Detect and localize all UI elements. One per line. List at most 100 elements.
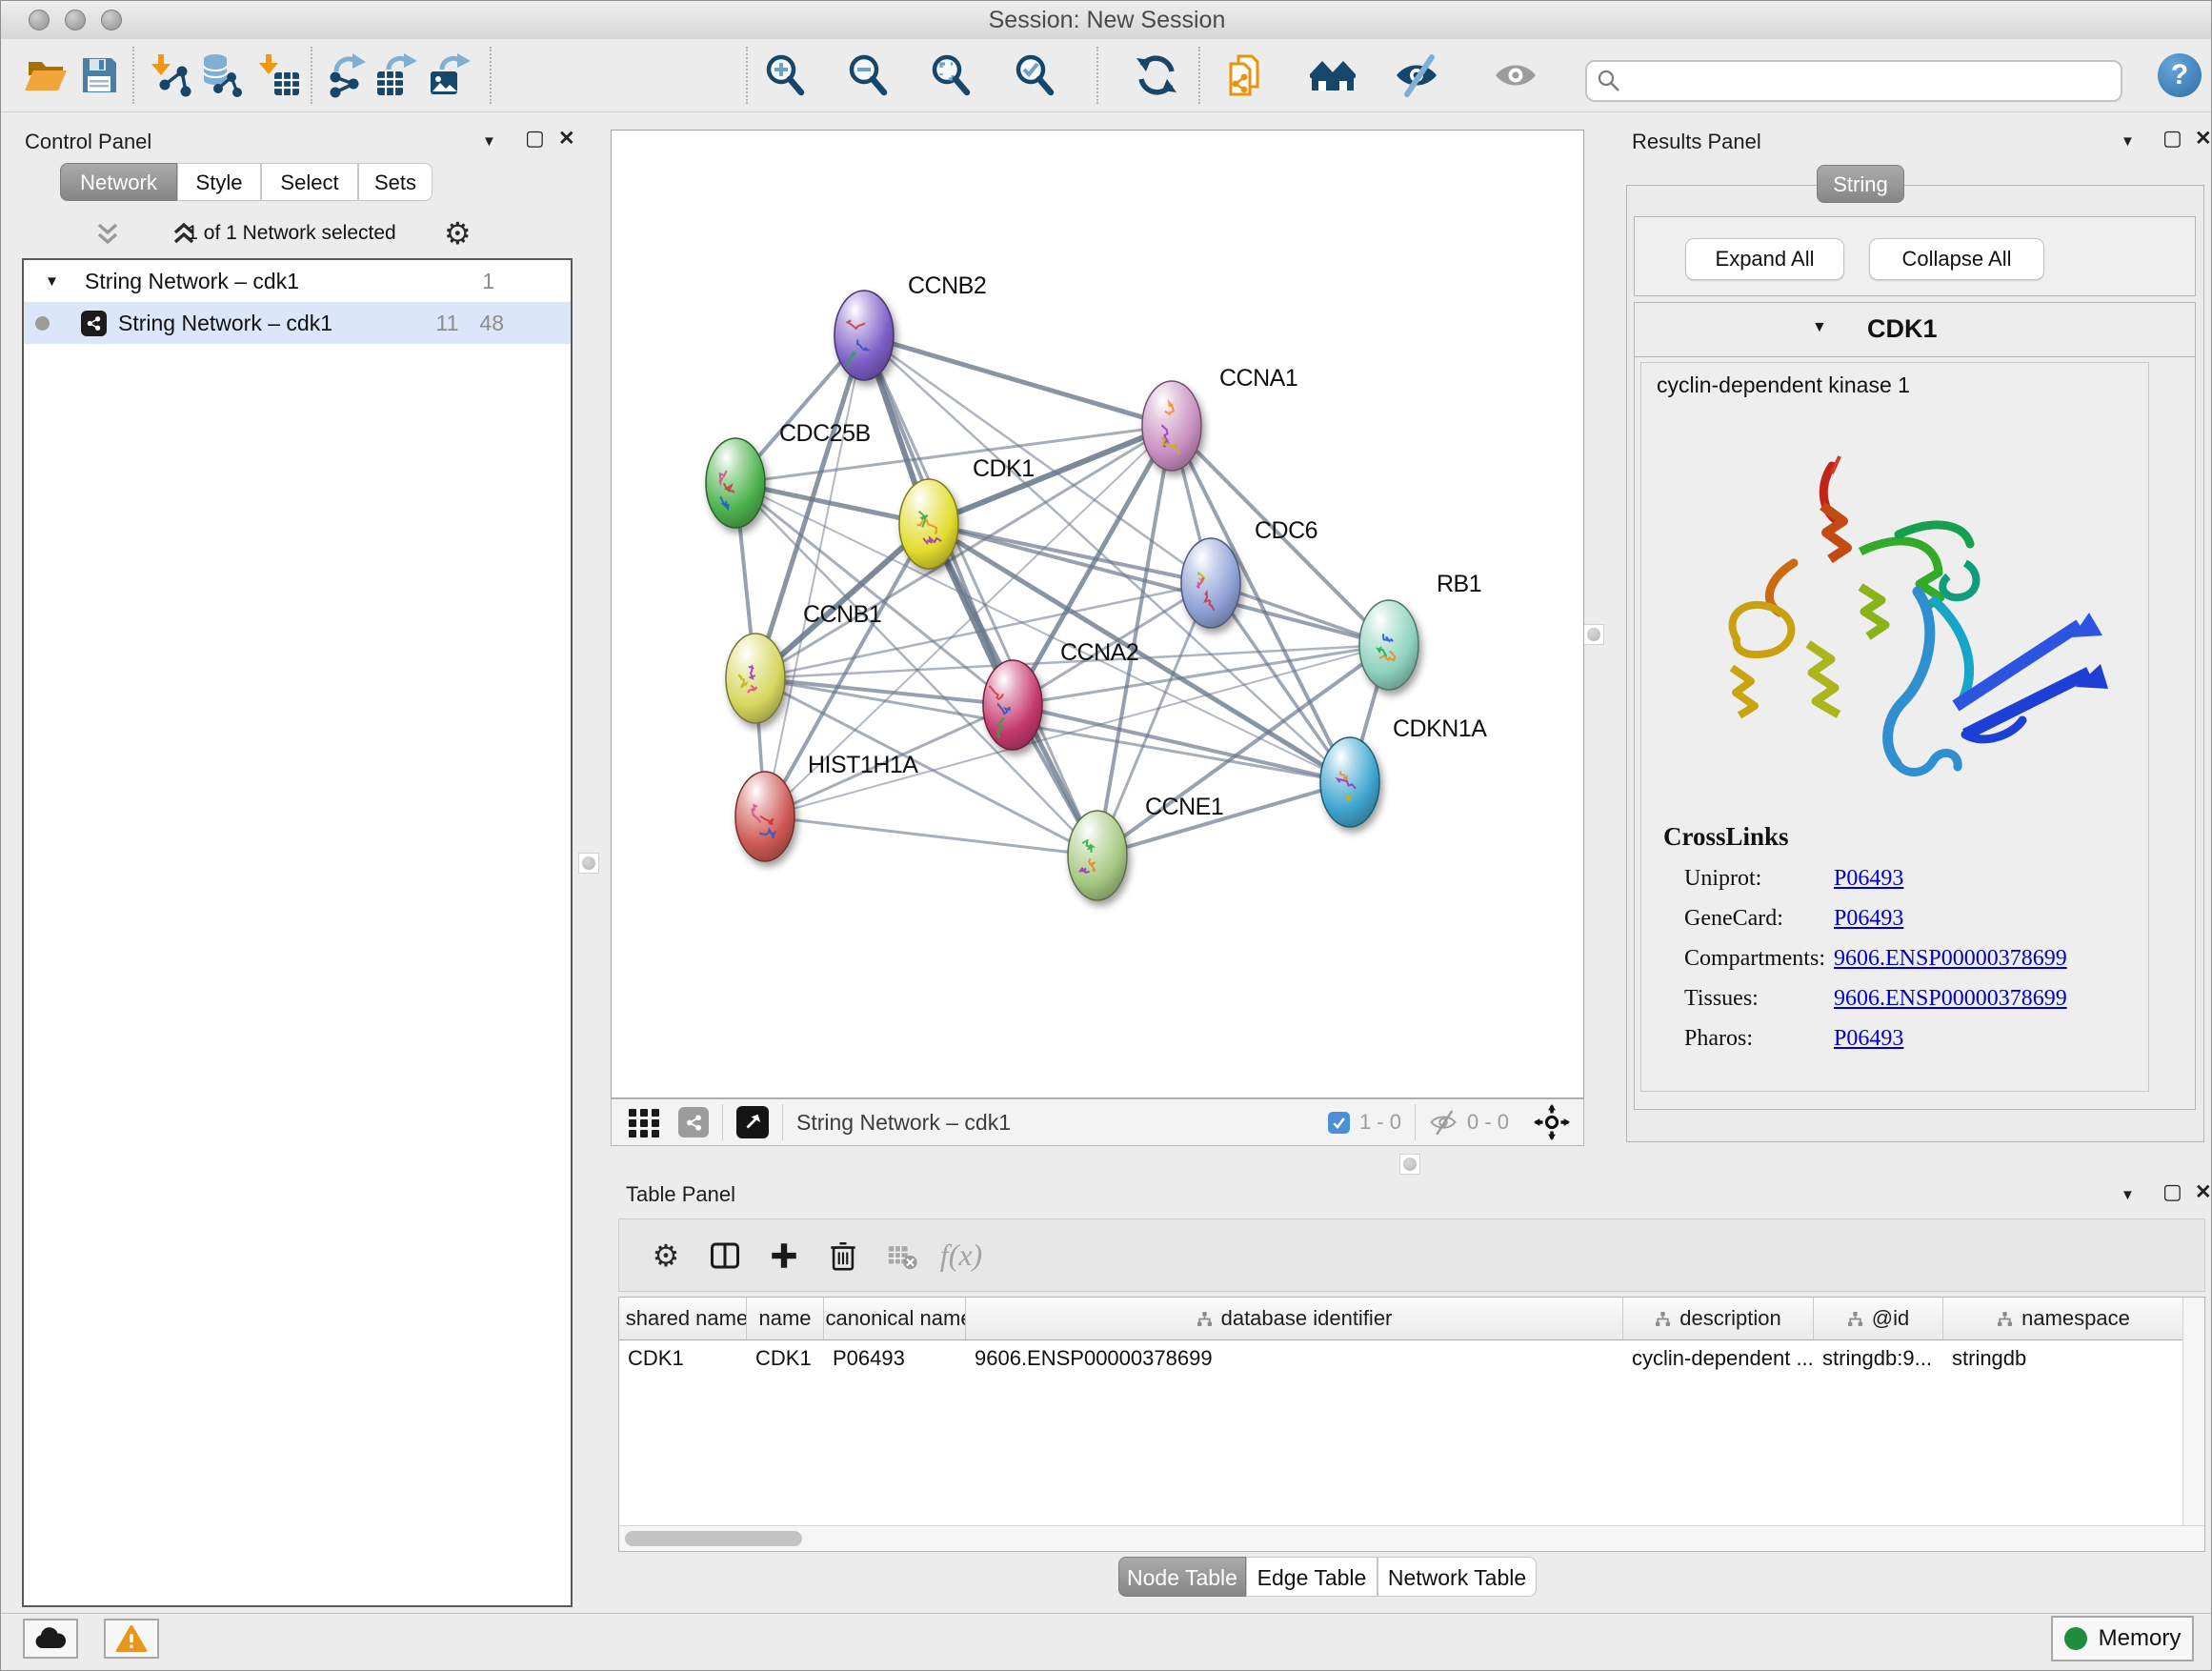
- function-builder-icon[interactable]: f(x): [932, 1229, 991, 1282]
- control-panel-collapse-icon[interactable]: ▼: [482, 132, 496, 151]
- crosslink-compartments[interactable]: 9606.ENSP00000378699: [1834, 946, 2067, 986]
- cloud-status-button[interactable]: [23, 1619, 78, 1659]
- tree-expand-icon[interactable]: ▼: [45, 273, 70, 290]
- search-input[interactable]: [1629, 68, 2111, 94]
- network-node-cdc25b[interactable]: CDC25B: [706, 420, 871, 528]
- zoom-fit-button[interactable]: [926, 50, 975, 100]
- scrollbar-thumb[interactable]: [625, 1531, 802, 1546]
- zoom-out-button[interactable]: [843, 50, 893, 100]
- network-edge[interactable]: [1097, 782, 1350, 856]
- memory-button[interactable]: Memory: [2051, 1616, 2194, 1661]
- collapse-all-button[interactable]: Collapse All: [1869, 238, 2044, 280]
- results-panel-float-icon[interactable]: ▢: [2162, 129, 2182, 148]
- crosslink-uniprot[interactable]: P06493: [1834, 866, 1903, 906]
- duplicate-network-button[interactable]: [1221, 50, 1271, 100]
- import-network-icon: [148, 52, 193, 98]
- tab-node-table[interactable]: Node Table: [1118, 1557, 1246, 1597]
- birds-eye-view-toggle[interactable]: [736, 1106, 769, 1138]
- export-table-button[interactable]: [372, 50, 421, 100]
- crosslink-tissues[interactable]: 9606.ENSP00000378699: [1834, 986, 2067, 1026]
- control-panel-close-icon[interactable]: ✕: [558, 130, 575, 149]
- network-node-ccne1[interactable]: CCNE1: [1068, 794, 1223, 900]
- show-columns-icon[interactable]: [695, 1229, 754, 1282]
- protein-section: ▼ CDK1 cyclin-dependent kinase 1: [1634, 302, 2196, 1110]
- table-panel-close-icon[interactable]: ✕: [2195, 1183, 2212, 1202]
- export-network-button[interactable]: [321, 50, 371, 100]
- network-node-rb1[interactable]: RB1: [1359, 571, 1481, 690]
- cell-canonical-name[interactable]: P06493: [824, 1340, 966, 1379]
- tab-string[interactable]: String: [1817, 165, 1904, 203]
- column-header-id[interactable]: @id: [1814, 1298, 1943, 1339]
- grid-view-icon[interactable]: [627, 1105, 661, 1139]
- hidden-eye-slash-icon[interactable]: [1429, 1108, 1458, 1137]
- export-image-button[interactable]: [425, 50, 474, 100]
- tab-style[interactable]: Style: [177, 163, 261, 201]
- cell-description[interactable]: cyclin-dependent ...: [1623, 1340, 1814, 1379]
- tab-network-table[interactable]: Network Table: [1377, 1557, 1537, 1597]
- network-graph[interactable]: CCNB2CCNA1CDC25BCDK1CDC6RB1CCNB1CCNA2CDK…: [612, 131, 1583, 1097]
- collapse-all-chevron-icon[interactable]: [94, 222, 121, 247]
- network-options-gear-icon[interactable]: ⚙: [444, 218, 472, 249]
- show-hidden-button[interactable]: [1491, 50, 1540, 100]
- network-view-icon[interactable]: [678, 1107, 709, 1137]
- cell-id[interactable]: stringdb:9...: [1814, 1340, 1943, 1379]
- delete-table-icon[interactable]: [873, 1229, 932, 1282]
- crosslink-pharos[interactable]: P06493: [1834, 1026, 1903, 1066]
- warnings-button[interactable]: [104, 1619, 159, 1659]
- cell-database-identifier[interactable]: 9606.ENSP00000378699: [966, 1340, 1623, 1379]
- cell-shared-name[interactable]: CDK1: [619, 1340, 747, 1379]
- protein-section-header[interactable]: ▼ CDK1: [1635, 303, 2195, 357]
- delete-column-trash-icon[interactable]: [814, 1229, 873, 1282]
- save-session-button[interactable]: [74, 50, 124, 100]
- show-all-networks-button[interactable]: [1308, 50, 1357, 100]
- apply-layout-button[interactable]: [1132, 50, 1181, 100]
- zoom-selected-button[interactable]: [1010, 50, 1059, 100]
- network-edge[interactable]: [1013, 705, 1350, 782]
- column-header-shared-name[interactable]: shared name: [619, 1298, 747, 1339]
- network-edge[interactable]: [765, 816, 1097, 856]
- cell-namespace[interactable]: stringdb: [1943, 1340, 2183, 1379]
- import-table-button[interactable]: [253, 50, 303, 100]
- tab-edge-table[interactable]: Edge Table: [1246, 1557, 1377, 1597]
- table-panel-float-icon[interactable]: ▢: [2162, 1182, 2182, 1201]
- tab-sets[interactable]: Sets: [358, 163, 432, 201]
- results-panel-collapse-icon[interactable]: ▼: [2121, 132, 2135, 151]
- column-header-namespace[interactable]: namespace: [1943, 1298, 2183, 1339]
- crosslink-genecard[interactable]: P06493: [1834, 906, 1903, 946]
- import-network-from-database-button[interactable]: [197, 50, 247, 100]
- network-row[interactable]: String Network – cdk1 11 48: [24, 302, 571, 344]
- help-button[interactable]: ?: [2158, 53, 2202, 97]
- expand-all-button[interactable]: Expand All: [1685, 238, 1844, 280]
- create-column-plus-icon[interactable]: [754, 1229, 814, 1282]
- selected-checkbox-icon[interactable]: [1328, 1112, 1350, 1134]
- column-header-canonical-name[interactable]: canonical name: [824, 1298, 966, 1339]
- network-edge[interactable]: [864, 335, 1172, 426]
- table-options-gear-icon[interactable]: ⚙: [636, 1229, 695, 1282]
- column-header-description[interactable]: description: [1623, 1298, 1814, 1339]
- table-vertical-scrollbar[interactable]: [2182, 1298, 2204, 1526]
- fit-content-crosshair-icon[interactable]: [1534, 1104, 1570, 1140]
- control-panel-float-icon[interactable]: ▢: [525, 129, 545, 148]
- network-node-ccna1[interactable]: CCNA1: [1142, 365, 1297, 471]
- tab-network[interactable]: Network: [60, 163, 177, 201]
- open-session-button[interactable]: [21, 50, 70, 100]
- right-splitter-handle[interactable]: [1583, 624, 1604, 645]
- zoom-in-button[interactable]: [760, 50, 810, 100]
- column-header-database-identifier[interactable]: database identifier: [966, 1298, 1623, 1339]
- hide-selected-button[interactable]: [1392, 50, 1441, 100]
- crosslink-label: Uniprot:: [1684, 866, 1834, 906]
- section-collapse-triangle-icon[interactable]: ▼: [1812, 319, 1827, 336]
- table-horizontal-scrollbar[interactable]: [619, 1525, 2204, 1551]
- table-row[interactable]: CDK1 CDK1 P06493 9606.ENSP00000378699 cy…: [619, 1340, 2204, 1379]
- left-splitter-handle[interactable]: [578, 853, 599, 874]
- results-panel-close-icon[interactable]: ✕: [2195, 130, 2212, 149]
- column-header-name[interactable]: name: [747, 1298, 824, 1339]
- network-node-cdc6[interactable]: CDC6: [1181, 517, 1317, 628]
- import-network-button[interactable]: [146, 50, 195, 100]
- cell-name[interactable]: CDK1: [747, 1340, 824, 1379]
- network-collection-row[interactable]: ▼ String Network – cdk1 1: [24, 260, 571, 302]
- network-node-cdkn1a[interactable]: CDKN1A: [1320, 715, 1487, 827]
- table-panel-collapse-icon[interactable]: ▼: [2121, 1186, 2135, 1205]
- tab-select[interactable]: Select: [261, 163, 358, 201]
- network-canvas[interactable]: CCNB2CCNA1CDC25BCDK1CDC6RB1CCNB1CCNA2CDK…: [611, 130, 1584, 1098]
